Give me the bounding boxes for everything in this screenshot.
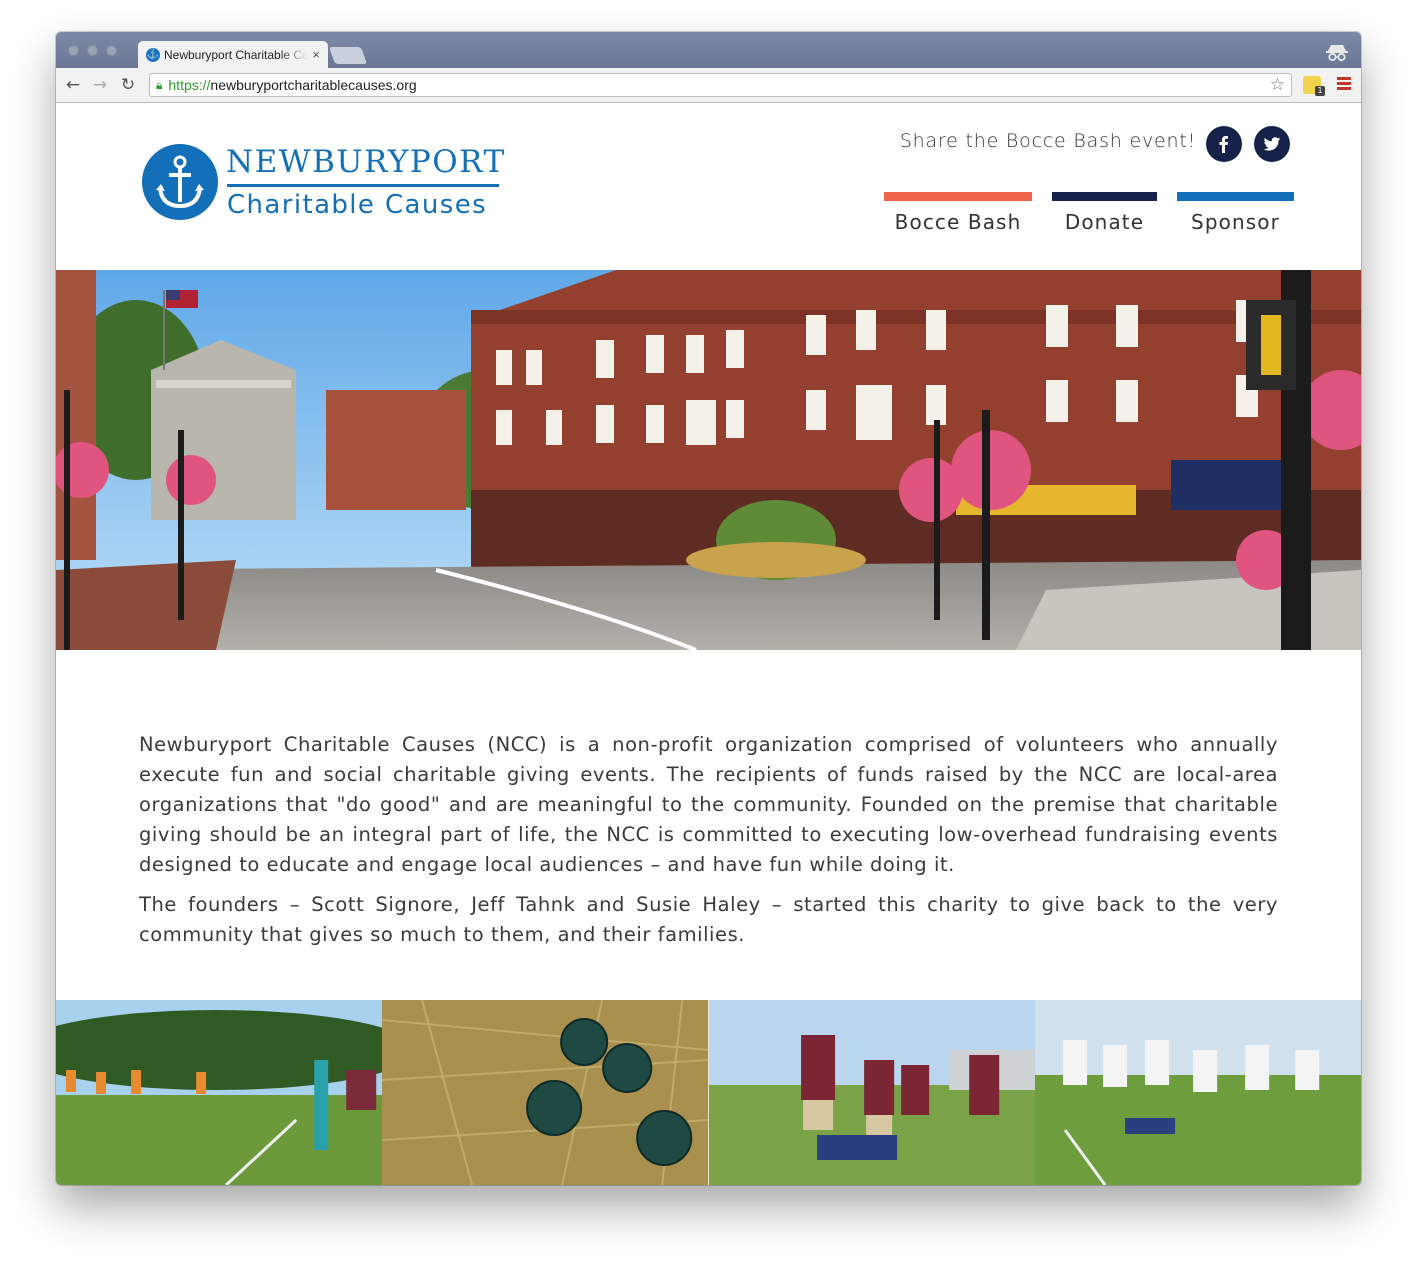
close-window-button[interactable] xyxy=(68,45,79,56)
url-host: newburyportcharitablecauses.org xyxy=(210,77,417,93)
nav-sponsor[interactable]: Sponsor xyxy=(1177,192,1294,236)
zoom-window-button[interactable] xyxy=(106,45,117,56)
bookmark-star-icon[interactable]: ☆ xyxy=(1270,75,1285,95)
gallery-photo-players[interactable] xyxy=(708,1000,1035,1185)
photo-gallery xyxy=(56,1000,1361,1185)
minimize-window-button[interactable] xyxy=(87,45,98,56)
reload-icon[interactable]: ↻ xyxy=(117,74,139,96)
new-tab-button[interactable] xyxy=(328,47,368,64)
url-scheme: https:// xyxy=(168,77,211,93)
gallery-photo-bocce-balls[interactable] xyxy=(382,1000,709,1185)
gallery-photo-crowd[interactable] xyxy=(56,1000,383,1185)
hero-downtown-photo xyxy=(56,270,1361,650)
lock-icon: 🔒︎ xyxy=(156,77,163,92)
browser-toolbar: ← → ↻ 🔒︎ https:// newburyportcharitablec… xyxy=(56,68,1361,103)
anchor-logo-icon xyxy=(142,144,218,220)
nav-donate[interactable]: Donate xyxy=(1052,192,1157,236)
logo-subtitle: Charitable Causes xyxy=(227,190,488,220)
about-paragraph: Newburyport Charitable Causes (NCC) is a… xyxy=(139,733,1278,876)
browser-menu-icon[interactable] xyxy=(1337,77,1351,91)
facebook-share-button[interactable] xyxy=(1206,126,1242,162)
tab-title: Newburyport Charitable Causes xyxy=(164,47,309,62)
logo-title: NEWBURYPORT xyxy=(226,144,506,180)
facebook-icon xyxy=(1219,136,1228,153)
twitter-icon xyxy=(1263,137,1281,151)
tab-strip: ⚓ Newburyport Charitable Causes × xyxy=(56,32,1361,68)
browser-window: ⚓ Newburyport Charitable Causes × ← → ↻ … xyxy=(56,32,1361,1185)
site-logo[interactable]: NEWBURYPORT Charitable Causes xyxy=(142,142,504,222)
about-section: Newburyport Charitable Causes (NCC) is a… xyxy=(139,730,1278,960)
extension-badge: 1 xyxy=(1315,86,1325,96)
share-prompt: Share the Bocce Bash event! xyxy=(899,130,1196,152)
logo-divider xyxy=(227,184,499,187)
nav-bocce-bash[interactable]: Bocce Bash xyxy=(884,192,1032,236)
nav-donate-label: Donate xyxy=(1064,210,1145,234)
back-arrow-icon[interactable]: ← xyxy=(62,74,84,96)
site-favicon-icon: ⚓ xyxy=(146,47,160,62)
nav-sponsor-label: Sponsor xyxy=(1191,210,1280,234)
nav-donate-bar xyxy=(1052,192,1157,201)
incognito-icon xyxy=(1326,45,1348,62)
tab-close-icon[interactable]: × xyxy=(312,47,320,62)
nav-sponsor-bar xyxy=(1177,192,1294,201)
nav-bocce-bash-label: Bocce Bash xyxy=(894,210,1022,234)
web-page: NEWBURYPORT Charitable Causes Share the … xyxy=(56,104,1361,1185)
about-paragraph: The founders – Scott Signore, Jeff Tahnk… xyxy=(139,893,1278,946)
twitter-share-button[interactable] xyxy=(1254,126,1290,162)
nav-bocce-bash-bar xyxy=(884,192,1032,201)
browser-tab[interactable]: ⚓ Newburyport Charitable Causes × xyxy=(138,41,328,68)
forward-arrow-icon[interactable]: → xyxy=(89,74,111,96)
address-bar[interactable]: 🔒︎ https:// newburyportcharitablecauses.… xyxy=(149,73,1292,97)
gallery-photo-team[interactable] xyxy=(1034,1000,1361,1185)
